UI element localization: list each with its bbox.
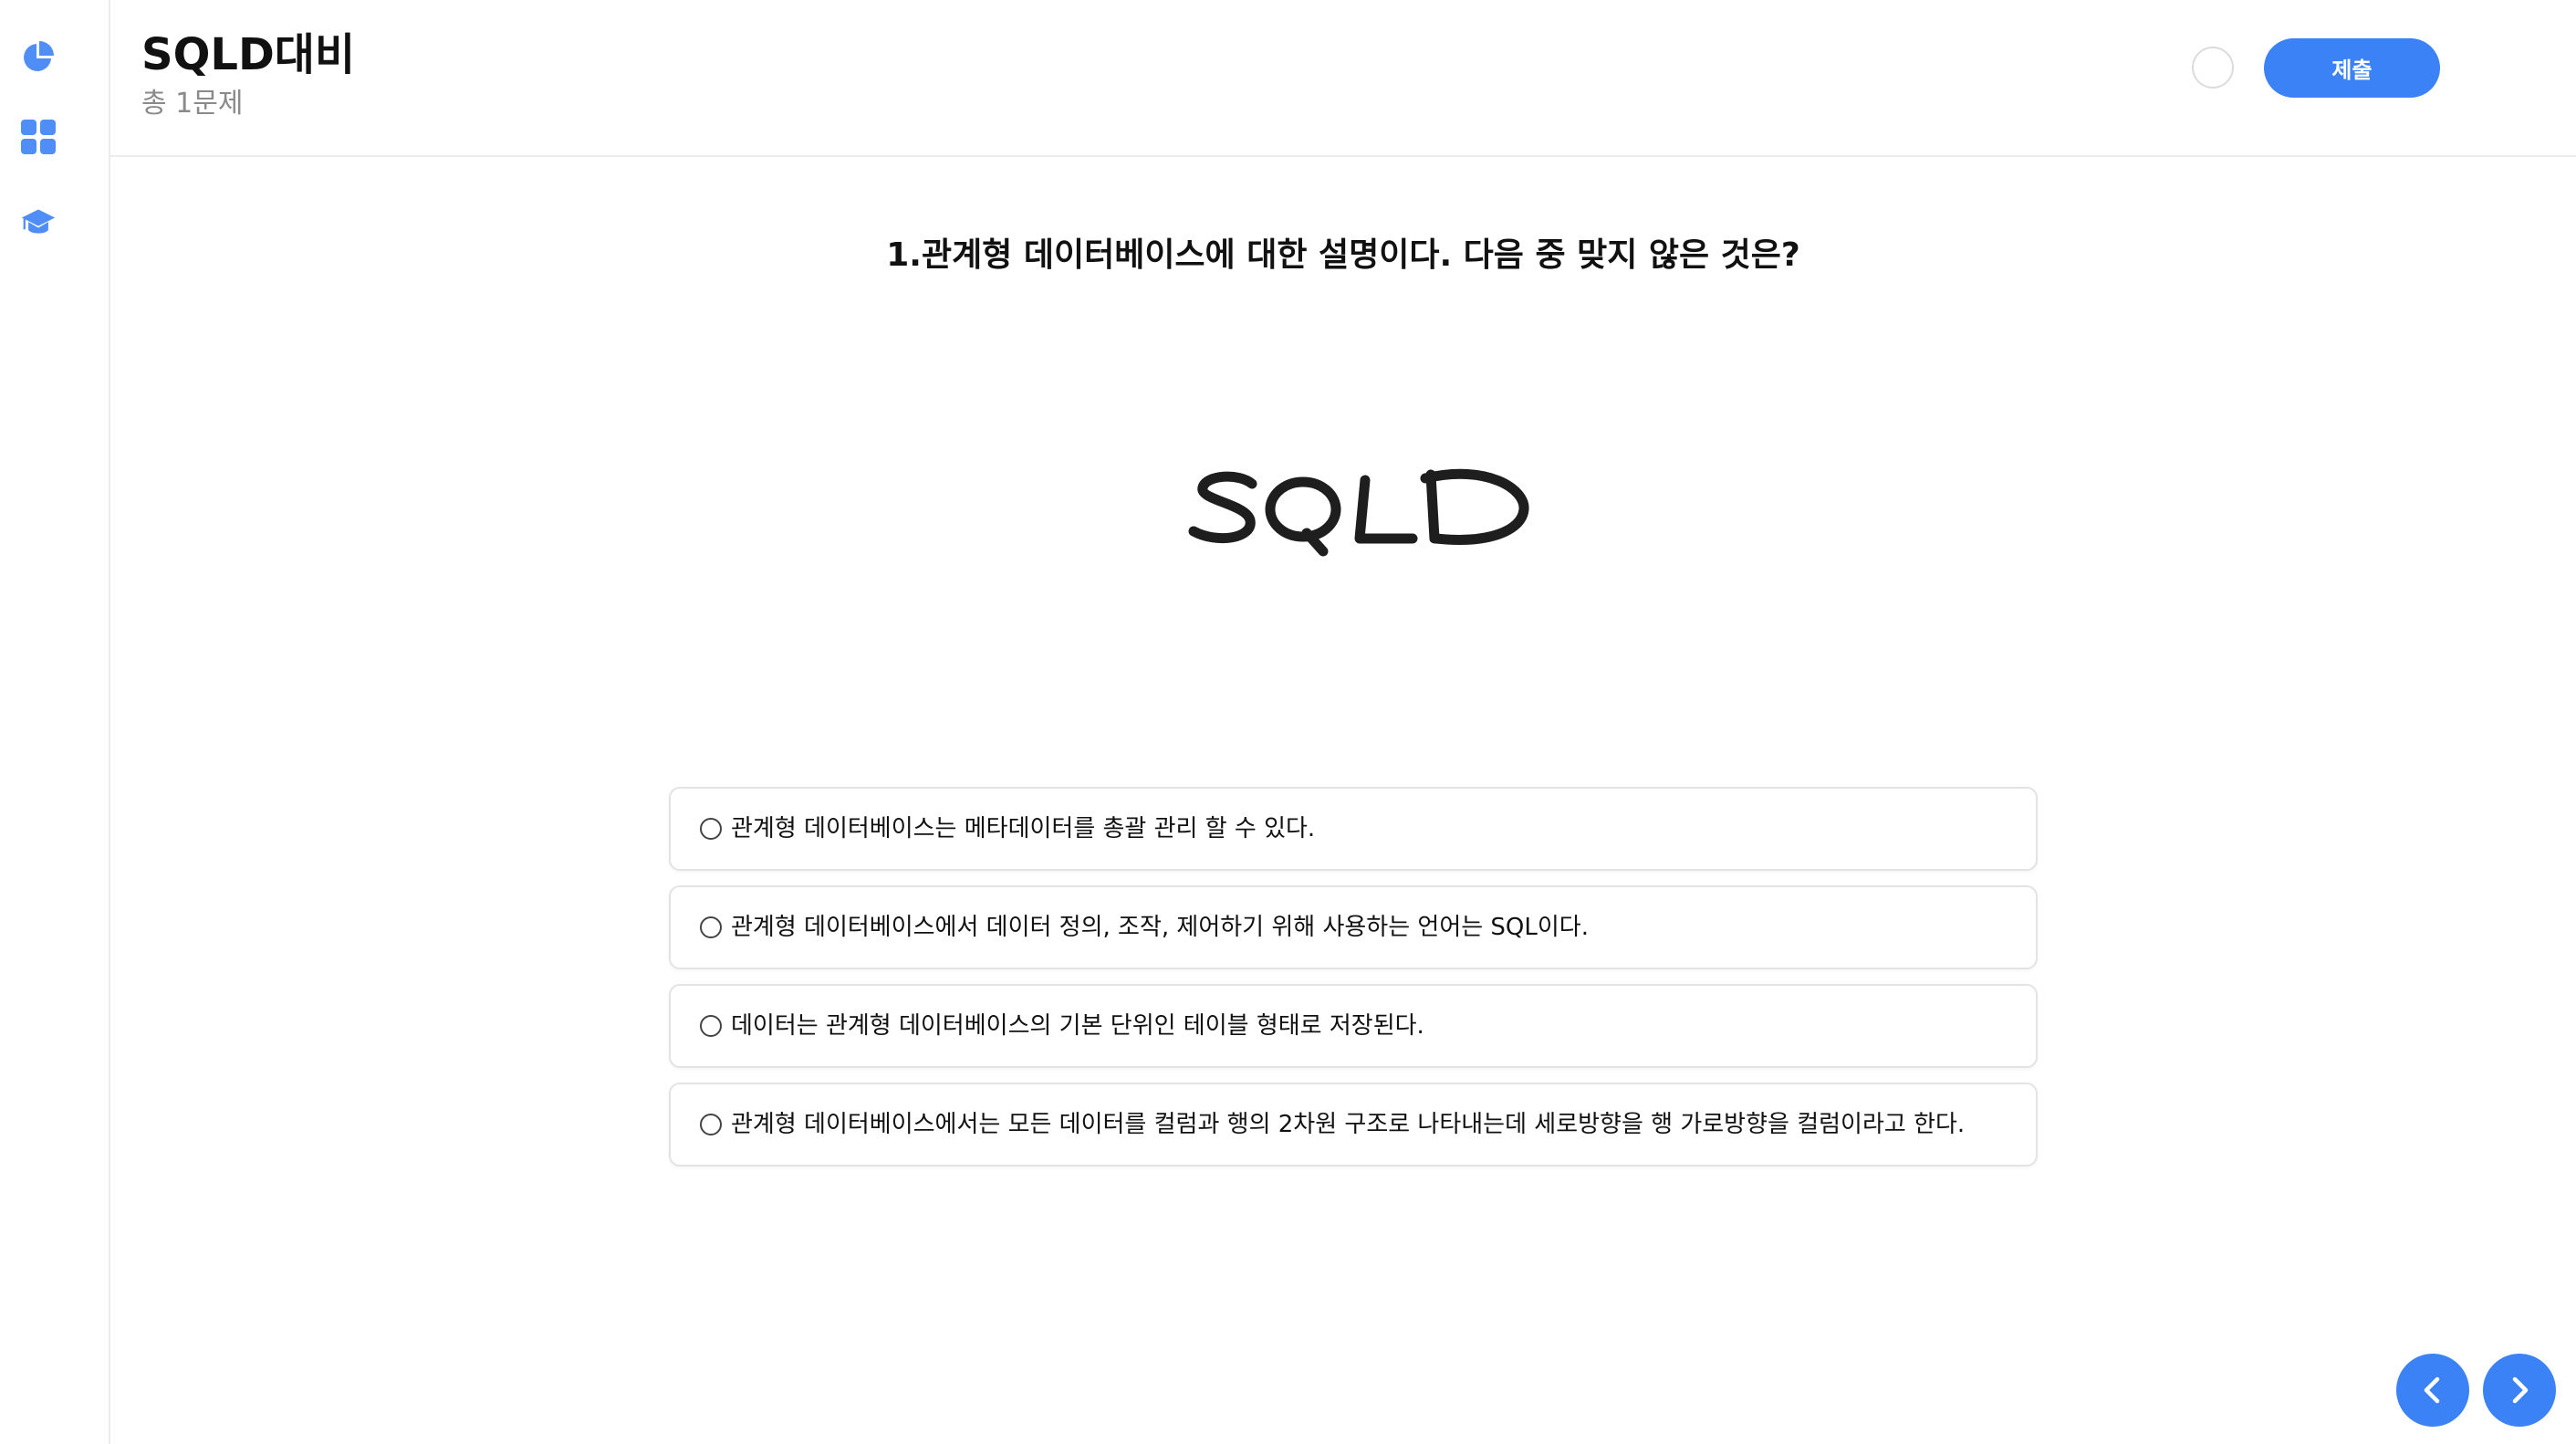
chevron-right-icon [2512, 1376, 2529, 1404]
page-title: SQLD대비 [141, 29, 356, 80]
sidebar [0, 0, 110, 1444]
sqld-handwritten-logo [1188, 468, 1529, 557]
radio-button[interactable] [700, 818, 722, 840]
radio-button[interactable] [700, 1015, 722, 1037]
question-count: 총 1문제 [141, 88, 244, 120]
timer-indicator [2192, 47, 2234, 89]
chevron-left-icon [2424, 1376, 2440, 1404]
question-image [1186, 456, 1551, 593]
answer-option[interactable]: 관계형 데이터베이스에서 데이터 정의, 조작, 제어하기 위해 사용하는 언어… [669, 885, 2038, 969]
option-text: 관계형 데이터베이스는 메타데이터를 총괄 관리 할 수 있다. [731, 815, 1316, 842]
grid-icon[interactable] [20, 119, 57, 155]
answer-option[interactable]: 데이터는 관계형 데이터베이스의 기본 단위인 테이블 형태로 저장된다. [669, 984, 2038, 1068]
answer-option[interactable]: 관계형 데이터베이스는 메타데이터를 총괄 관리 할 수 있다. [669, 787, 2038, 871]
option-text: 데이터는 관계형 데이터베이스의 기본 단위인 테이블 형태로 저장된다. [731, 1012, 1424, 1040]
option-text: 관계형 데이터베이스에서는 모든 데이터를 컬럼과 행의 2차원 구조로 나타내… [731, 1111, 1966, 1138]
submit-button[interactable]: 제출 [2264, 38, 2440, 98]
radio-button[interactable] [700, 1114, 722, 1135]
next-button[interactable] [2483, 1354, 2556, 1427]
previous-button[interactable] [2396, 1354, 2469, 1427]
radio-button[interactable] [700, 916, 722, 938]
option-text: 관계형 데이터베이스에서 데이터 정의, 조작, 제어하기 위해 사용하는 언어… [731, 914, 1589, 941]
answer-option[interactable]: 관계형 데이터베이스에서는 모든 데이터를 컬럼과 행의 2차원 구조로 나타내… [669, 1083, 2038, 1167]
graduation-cap-icon[interactable] [20, 204, 57, 241]
question-text: 1.관계형 데이터베이스에 대한 설명이다. 다음 중 맞지 않은 것은? [886, 236, 1800, 274]
pie-chart-icon[interactable] [20, 38, 57, 75]
answer-options: 관계형 데이터베이스는 메타데이터를 총괄 관리 할 수 있다. 관계형 데이터… [669, 787, 2038, 1181]
